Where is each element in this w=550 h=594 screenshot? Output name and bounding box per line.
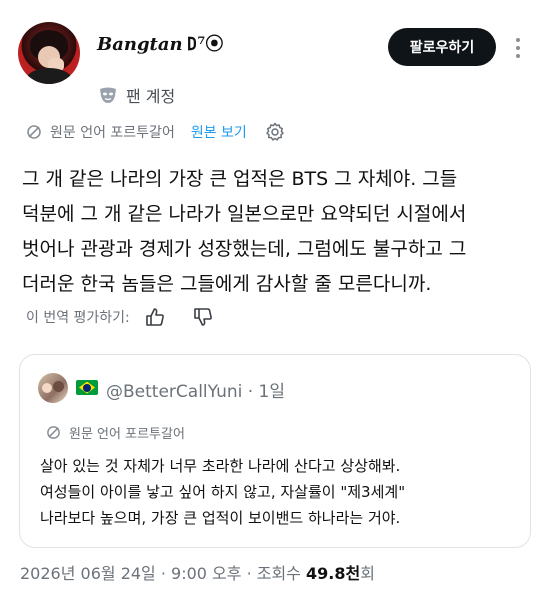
post-text: 그 개 같은 나라의 가장 큰 업적은 BTS 그 자체야. 그들 덕분에 그 … <box>22 162 532 302</box>
view-count[interactable]: 49.8천 <box>306 564 360 583</box>
post-line: 덕분에 그 개 같은 나라가 일본으로만 요약되던 시절에서 <box>22 203 467 225</box>
quoted-post[interactable]: @BetterCallYuni · 1일 원문 언어 포르투갈어 살아 있는 것… <box>19 354 531 548</box>
mask-icon <box>100 87 116 103</box>
fan-account-label: 팬 계정 <box>126 87 176 106</box>
author-avatar[interactable] <box>18 22 80 84</box>
thumbs-up-icon[interactable] <box>144 306 166 328</box>
author-name-symbols: 𐌃⁷⦿ <box>186 34 224 55</box>
post-datetime: 2026년 06월 24일 · 9:00 오후 · 조회수 <box>20 564 306 583</box>
post-line: 그 개 같은 나라의 가장 큰 업적은 BTS 그 자체야. 그들 <box>22 168 458 190</box>
brazil-flag-icon <box>76 380 98 395</box>
quoted-translation-label: 원문 언어 포르투갈어 <box>69 427 185 442</box>
quoted-time: · 1일 <box>247 382 286 402</box>
author-name[interactable]: Bangtan 𐌃⁷⦿ <box>97 30 223 56</box>
thumbs-down-icon[interactable] <box>192 306 214 328</box>
translate-icon <box>27 125 41 139</box>
fan-account-badge: 팬 계정 <box>98 83 175 107</box>
quoted-line: 살아 있는 것 자체가 너무 초라한 나라에 산다고 상상해봐. <box>40 457 401 475</box>
view-original-link[interactable]: 원본 보기 <box>191 122 247 142</box>
quoted-text: 살아 있는 것 자체가 너무 초라한 나라에 산다고 상상해봐. 여성들이 아이… <box>40 453 520 531</box>
post-meta: 2026년 06월 24일 · 9:00 오후 · 조회수 49.8천회 <box>20 560 375 584</box>
translation-source-label: 원문 언어 포르투갈어 <box>50 125 175 141</box>
quoted-author-avatar[interactable] <box>38 373 68 403</box>
quoted-translation-row: 원문 언어 포르투갈어 <box>46 423 185 442</box>
quoted-author[interactable]: @BetterCallYuni · 1일 <box>106 377 285 402</box>
quoted-line: 나라보다 높으며, 가장 큰 업적이 보이밴드 하나라는 거야. <box>40 509 401 527</box>
quoted-line: 여성들이 아이를 낳고 싶어 하지 않고, 자살률이 "제3세계" <box>40 483 406 501</box>
gear-icon[interactable] <box>265 122 285 142</box>
post-line: 더러운 한국 놈들은 그들에게 감사할 줄 모른다니까. <box>22 273 432 295</box>
view-suffix: 회 <box>360 564 375 583</box>
more-icon[interactable] <box>512 38 524 60</box>
rate-translation-label: 이 번역 평가하기: <box>26 310 130 326</box>
post-line: 벗어나 관광과 경제가 성장했는데, 그럼에도 불구하고 그 <box>22 238 467 260</box>
author-name-text: Bangtan <box>97 34 183 55</box>
translate-icon <box>47 426 60 439</box>
follow-button[interactable]: 팔로우하기 <box>388 28 496 66</box>
translation-row: 원문 언어 포르투갈어 원본 보기 <box>26 122 285 142</box>
rate-translation-row: 이 번역 평가하기: <box>26 306 214 328</box>
quoted-handle: @BetterCallYuni <box>106 382 243 402</box>
